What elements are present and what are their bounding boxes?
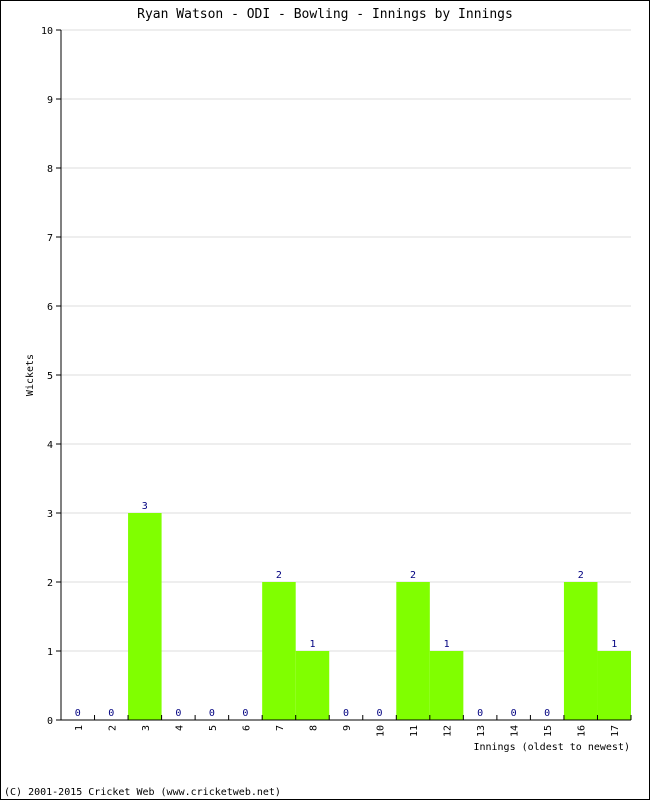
bar-chart: Ryan Watson - ODI - Bowling - Innings by… <box>4 7 632 798</box>
x-tick-label: 5 <box>208 725 219 731</box>
y-tick-label: 0 <box>47 716 53 727</box>
bar-value-label: 2 <box>410 570 416 581</box>
bar-value-label: 0 <box>343 708 349 719</box>
y-tick-label: 2 <box>47 578 53 589</box>
bar-value-label: 2 <box>276 570 282 581</box>
bar-value-label: 0 <box>75 708 81 719</box>
y-tick-label: 3 <box>47 509 53 520</box>
x-tick-label: 17 <box>610 725 621 737</box>
bar-value-label: 0 <box>511 708 517 719</box>
bar-value-label: 0 <box>175 708 181 719</box>
bar-value-label: 1 <box>309 639 315 650</box>
bar <box>295 651 330 720</box>
y-axis-label: Wickets <box>25 354 36 396</box>
x-axis-label: Innings (oldest to newest) <box>473 742 630 753</box>
bar-value-label: 3 <box>142 501 148 512</box>
bar <box>128 513 162 720</box>
bar <box>262 582 296 720</box>
y-tick-label: 1 <box>47 647 53 658</box>
y-tick-label: 5 <box>47 371 53 382</box>
x-tick-label: 7 <box>275 725 286 731</box>
x-tick-label: 2 <box>107 725 118 731</box>
x-tick-label: 4 <box>174 725 185 731</box>
y-tick-label: 7 <box>47 233 53 244</box>
bars: 0 0 3 0 0 0 2 1 0 0 2 1 0 0 0 2 1 <box>75 501 631 720</box>
x-tick-label: 16 <box>577 725 588 737</box>
bar-value-label: 1 <box>611 639 617 650</box>
x-tick-label: 10 <box>376 725 387 737</box>
y-tick-label: 4 <box>47 440 53 451</box>
bar-value-label: 0 <box>242 708 248 719</box>
x-tick-label: 12 <box>443 725 454 737</box>
bar <box>563 582 598 720</box>
copyright-footer: (C) 2001-2015 Cricket Web (www.cricketwe… <box>4 787 281 798</box>
bar <box>396 582 430 720</box>
x-tick-label: 14 <box>510 725 521 737</box>
bar-value-label: 0 <box>377 708 383 719</box>
x-tick-label: 1 <box>74 725 85 731</box>
y-tick-label: 6 <box>47 302 53 313</box>
bar-value-label: 0 <box>477 708 483 719</box>
chart-title: Ryan Watson - ODI - Bowling - Innings by… <box>137 7 513 22</box>
bar-value-label: 0 <box>544 708 550 719</box>
x-tick-label: 9 <box>342 725 353 731</box>
x-tick-label: 13 <box>476 725 487 737</box>
x-tick-label: 3 <box>141 725 152 731</box>
y-tick-label: 10 <box>41 26 53 37</box>
x-tick-label: 6 <box>241 725 252 731</box>
bar <box>597 651 631 720</box>
bar-value-label: 0 <box>108 708 114 719</box>
x-tick-label: 8 <box>308 725 319 731</box>
bar-value-label: 2 <box>578 570 584 581</box>
x-tick-label: 11 <box>409 725 420 737</box>
x-tick-label: 15 <box>543 725 554 737</box>
y-tick-label: 9 <box>47 95 53 106</box>
y-tick-label: 8 <box>47 164 53 175</box>
bar <box>429 651 464 720</box>
bar-value-label: 1 <box>444 639 450 650</box>
bar-value-label: 0 <box>209 708 215 719</box>
